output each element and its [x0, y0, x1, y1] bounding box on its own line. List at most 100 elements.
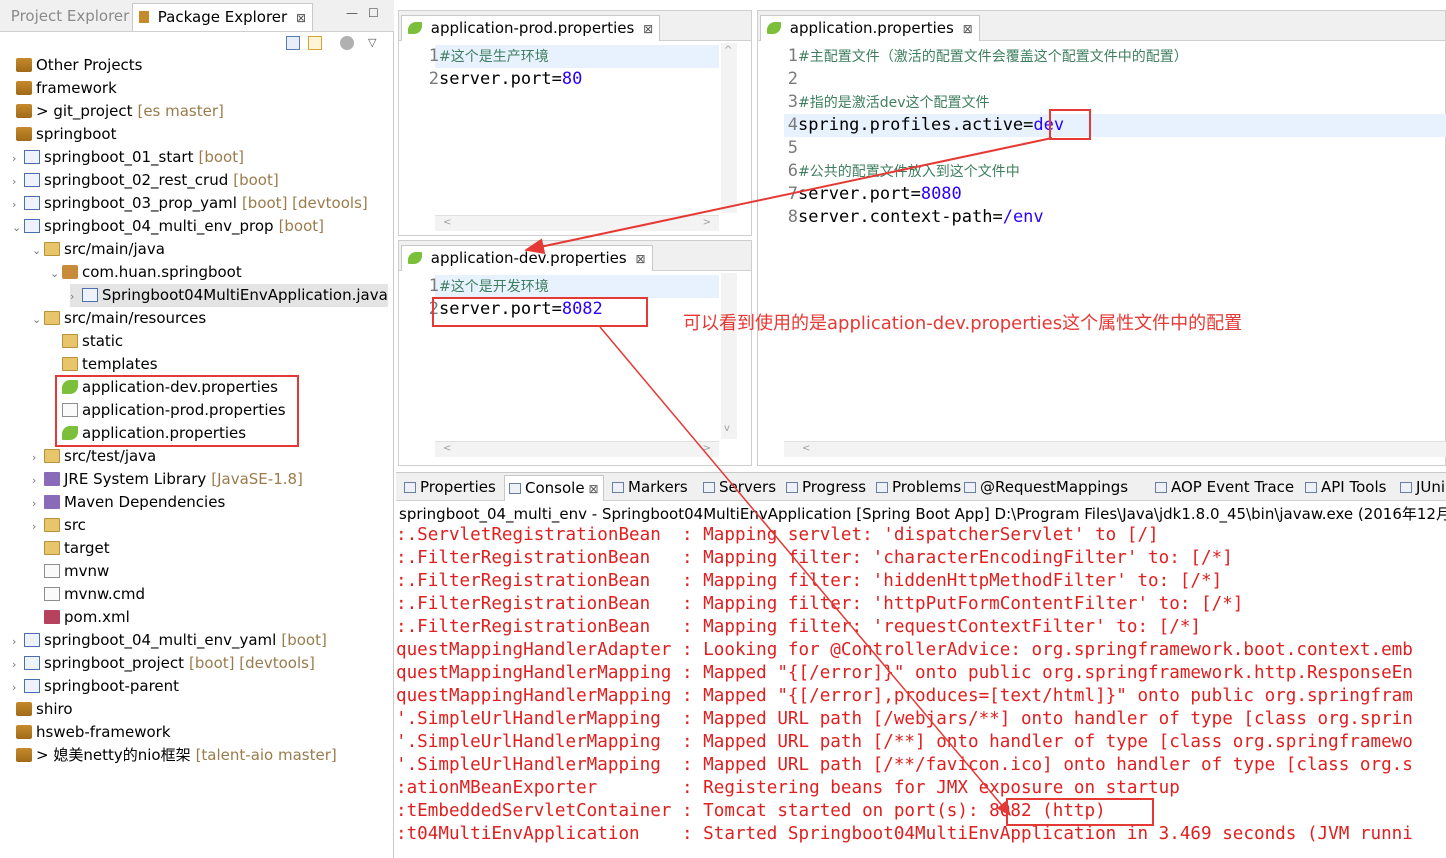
- tree-item-decoration: [boot] [devtools]: [189, 654, 315, 672]
- maximize-icon[interactable]: ☐: [368, 6, 379, 20]
- expand-arrow-icon[interactable]: ⌄: [12, 216, 24, 239]
- tree-item[interactable]: shiro: [4, 698, 73, 721]
- tree-item[interactable]: › springboot_04_multi_env_yaml [boot]: [12, 629, 327, 652]
- expand-arrow-icon[interactable]: ›: [32, 515, 44, 538]
- expand-arrow-icon[interactable]: ›: [70, 285, 82, 308]
- tree-item[interactable]: pom.xml: [32, 606, 130, 629]
- tab-application-properties[interactable]: application.properties ⊠: [760, 15, 980, 41]
- tab-application-dev-properties[interactable]: application-dev.properties ⊠: [401, 245, 653, 271]
- editor-application-properties: application.properties ⊠ 1#主配置文件（激活的配置文件…: [757, 10, 1446, 466]
- tab-console[interactable]: Console ⊠: [504, 475, 604, 501]
- close-icon[interactable]: ⊠: [296, 11, 306, 25]
- expand-arrow-icon[interactable]: ›: [12, 630, 24, 653]
- tree-item-label: springboot_04_multi_env_yaml: [44, 631, 277, 649]
- code-line: 8server.context-path=/env: [784, 206, 1044, 229]
- tree-item[interactable]: › springboot_project [boot] [devtools]: [12, 652, 315, 675]
- java-file-icon: [82, 288, 98, 302]
- tree-item[interactable]: ⌄ springboot_04_multi_env_prop [boot]: [12, 215, 324, 238]
- tree-item[interactable]: hsweb-framework: [4, 721, 171, 744]
- expand-arrow-icon[interactable]: ›: [12, 193, 24, 216]
- tree-item[interactable]: mvnw.cmd: [32, 583, 145, 606]
- tab-juni[interactable]: JUni: [1396, 475, 1446, 501]
- tree-item[interactable]: springboot: [4, 123, 116, 146]
- scroll-left-icon[interactable]: <: [443, 217, 451, 228]
- tree-item[interactable]: mvnw: [32, 560, 109, 583]
- expand-arrow-icon[interactable]: ›: [32, 446, 44, 469]
- tree-item[interactable]: framework: [4, 77, 117, 100]
- tree-item[interactable]: › Springboot04MultiEnvApplication.java: [70, 284, 388, 307]
- close-icon[interactable]: ⊠: [589, 482, 599, 496]
- editor-dev-properties: application-dev.properties ⊠ 1#这个是开发环境 2s…: [398, 240, 752, 466]
- tab-label: @RequestMappings: [980, 478, 1129, 496]
- tree-item[interactable]: › JRE System Library [JavaSE-1.8]: [32, 468, 303, 491]
- tree-item[interactable]: › src/test/java: [32, 445, 156, 468]
- tab-aop-event-trace[interactable]: AOP Event Trace: [1151, 475, 1298, 501]
- tree-item[interactable]: ⌄ src/main/java: [32, 238, 165, 261]
- explorer-toolbar: ▽: [0, 32, 394, 56]
- scroll-up-icon[interactable]: ^: [724, 45, 732, 56]
- tab-progress[interactable]: Progress: [782, 475, 870, 501]
- tree-item[interactable]: target: [32, 537, 110, 560]
- scroll-left-icon[interactable]: <: [802, 443, 810, 454]
- expand-arrow-icon[interactable]: ⌄: [32, 239, 44, 262]
- tab-servers[interactable]: Servers: [699, 475, 780, 501]
- scroll-down-icon[interactable]: v: [724, 423, 730, 434]
- expand-arrow-icon[interactable]: ›: [32, 492, 44, 515]
- tree-item[interactable]: static: [50, 330, 123, 353]
- tomcat-port-highlight: [1006, 798, 1154, 826]
- line-number: 2: [787, 69, 798, 89]
- tree-item[interactable]: ⌄ com.huan.springboot: [50, 261, 242, 284]
- tree-item[interactable]: › springboot_03_prop_yaml [boot] [devtools…: [12, 192, 368, 215]
- tree-item[interactable]: › springboot_01_start [boot]: [12, 146, 244, 169]
- tree-item[interactable]: > git_project [es master]: [4, 100, 224, 123]
- package-explorer-icon: [139, 11, 149, 23]
- expand-arrow-icon[interactable]: ⌄: [32, 308, 44, 331]
- horizontal-scrollbar[interactable]: < >: [435, 215, 719, 231]
- scroll-right-icon[interactable]: >: [703, 443, 711, 454]
- horizontal-scrollbar[interactable]: < >: [435, 441, 719, 457]
- collapse-all-icon[interactable]: [286, 36, 300, 50]
- view-icon: [1155, 482, 1167, 493]
- expand-arrow-icon[interactable]: ⌄: [50, 262, 62, 285]
- expand-arrow-icon[interactable]: ›: [12, 147, 24, 170]
- expand-arrow-icon[interactable]: ›: [32, 469, 44, 492]
- view-menu-icon[interactable]: ▽: [368, 36, 382, 50]
- link-with-editor-icon[interactable]: [308, 36, 322, 50]
- editor-tab-bar: application.properties ⊠: [758, 11, 1445, 41]
- tab-package-explorer[interactable]: Package Explorer ⊠: [132, 3, 314, 31]
- tree-item[interactable]: › springboot-parent: [12, 675, 179, 698]
- tree-item-label: mvnw.cmd: [64, 585, 146, 603]
- tab-api-tools[interactable]: API Tools: [1301, 475, 1390, 501]
- tree-item[interactable]: ⌄ src/main/resources: [32, 307, 206, 330]
- tree-item[interactable]: › springboot_02_rest_crud [boot]: [12, 169, 279, 192]
- tree-item[interactable]: Other Projects: [4, 54, 143, 77]
- tree-item-label: springboot_02_rest_crud: [44, 171, 229, 189]
- console-tab-bar: Properties Console ⊠ Markers Servers Progress…: [396, 473, 1446, 501]
- vertical-scrollbar[interactable]: v: [721, 273, 737, 439]
- code-comment: #这个是开发环境: [439, 279, 549, 295]
- tab-application-prod-properties[interactable]: application-prod.properties ⊠: [401, 15, 661, 41]
- tree-item-label: templates: [82, 355, 158, 373]
- expand-arrow-icon[interactable]: ›: [12, 676, 24, 699]
- expand-arrow-icon[interactable]: ›: [12, 653, 24, 676]
- tree-item[interactable]: > 媳美netty的nio框架 [talent-aio master]: [4, 744, 337, 767]
- tree-item[interactable]: › src: [32, 514, 86, 537]
- focus-icon[interactable]: [340, 36, 354, 50]
- expand-arrow-icon[interactable]: ›: [12, 170, 24, 193]
- close-icon[interactable]: ⊠: [963, 22, 973, 36]
- tree-item[interactable]: templates: [50, 353, 158, 376]
- scroll-right-icon[interactable]: >: [703, 217, 711, 228]
- scroll-left-icon[interactable]: <: [443, 443, 451, 454]
- tab-markers[interactable]: Markers: [608, 475, 692, 501]
- close-icon[interactable]: ⊠: [636, 252, 646, 266]
- tab-project-explorer[interactable]: Project Explorer: [0, 3, 135, 31]
- tab-requestmappings[interactable]: @RequestMappings: [960, 475, 1132, 501]
- tab-properties[interactable]: Properties: [400, 475, 500, 501]
- close-icon[interactable]: ⊠: [643, 22, 653, 36]
- vertical-scrollbar[interactable]: ^: [721, 43, 737, 213]
- minimize-icon[interactable]: —: [346, 6, 358, 20]
- horizontal-scrollbar[interactable]: <: [784, 441, 1446, 457]
- log-line: '.SimpleUrlHandlerMapping : Mapped URL p…: [396, 755, 1413, 775]
- tree-item[interactable]: › Maven Dependencies: [32, 491, 225, 514]
- tab-problems[interactable]: Problems: [872, 475, 965, 501]
